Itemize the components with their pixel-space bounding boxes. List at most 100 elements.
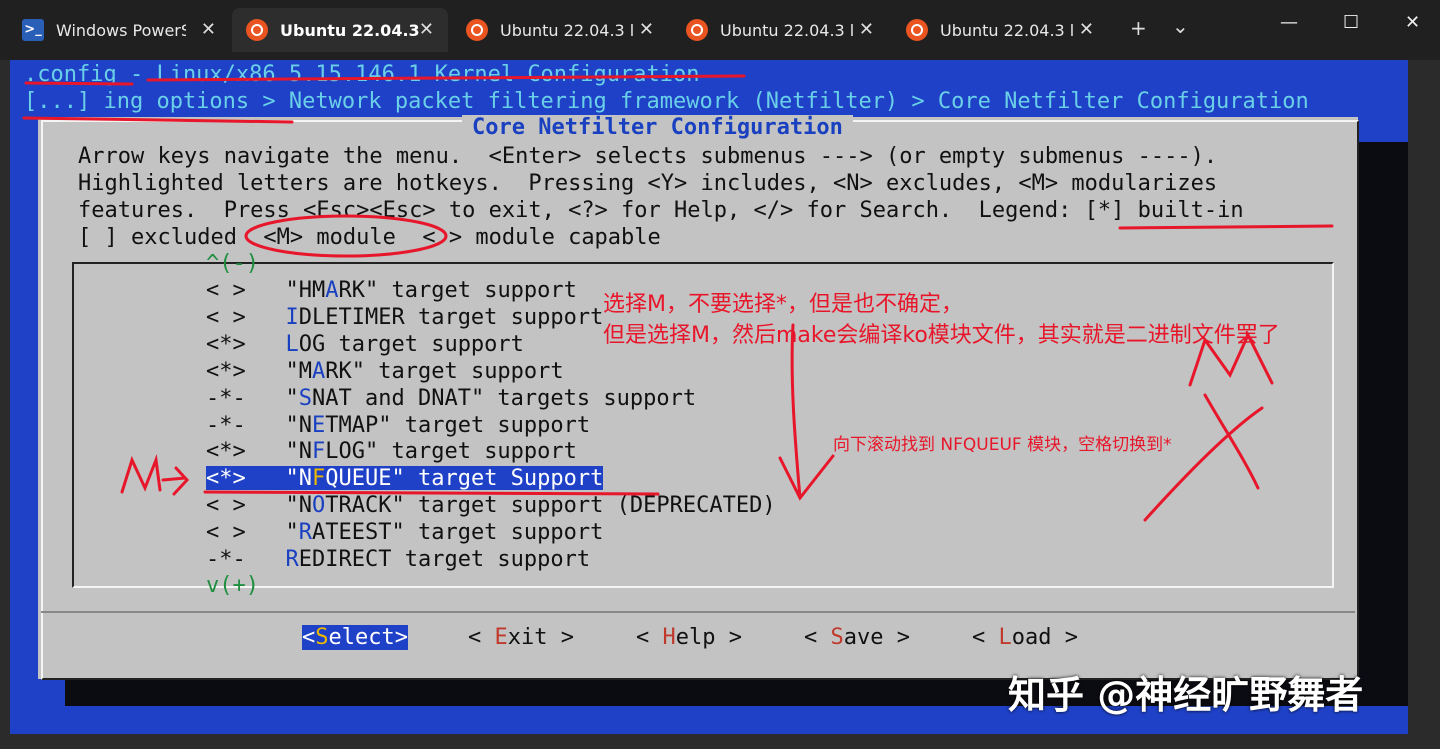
close-tab-icon[interactable]: ✕ <box>1079 19 1094 40</box>
terminal-area[interactable]: .config - Linux/x86 5.15.146.1 Kernel Co… <box>10 60 1408 734</box>
button-label-part: > <box>1051 625 1078 650</box>
tab-label: Ubuntu 22.04.3 l <box>720 20 855 40</box>
button-label-part: > <box>547 625 574 650</box>
annotation-note: 但是选择M，然后make会编译ko模块文件，其实就是二进制文件罢了 <box>603 323 1280 348</box>
menu-item[interactable]: <*> "NFLOG" target support <box>206 439 577 465</box>
menu-item-state[interactable]: < > <box>206 278 246 303</box>
menu-item-text: "HM <box>285 278 326 303</box>
tab-dropdown-button[interactable]: ⌄ <box>1172 14 1189 38</box>
menu-item-hotkey: R <box>298 520 312 546</box>
new-tab-button[interactable]: + <box>1130 16 1147 40</box>
menu-item-state[interactable]: < > <box>206 493 246 518</box>
menu-item[interactable]: < > IDLETIMER target support <box>206 304 604 330</box>
help-text-line: [ ] excluded <M> module < > module capab… <box>78 225 661 250</box>
tab-label: Windows PowerS <box>56 20 186 40</box>
button-label-part: < <box>804 625 831 650</box>
tab-windows-powershell[interactable]: >_ Windows PowerS ✕ <box>8 8 230 52</box>
button-label-part: > <box>883 625 910 650</box>
menu-item[interactable]: < > "HMARK" target support <box>206 278 577 303</box>
menu-item-state[interactable]: <*> <box>206 332 246 357</box>
menu-item-state[interactable]: -*- <box>206 386 246 411</box>
menu-item-text: EDIRECT target support <box>298 547 591 572</box>
tab-bar: >_ Windows PowerS ✕ Ubuntu 22.04.3 ✕ Ubu… <box>0 0 1440 60</box>
help-text-line: features. Press <Esc><Esc> to exit, <?> … <box>78 198 1244 223</box>
menu-item-hotkey: O <box>312 493 326 519</box>
powershell-icon: >_ <box>22 19 44 41</box>
annotation-note: 选择M，不要选择*，但是也不确定， <box>603 292 963 317</box>
tab-label: Ubuntu 22.04.3 l <box>500 20 635 40</box>
menu-item-state[interactable]: < > <box>206 305 246 330</box>
button-label-part: oad <box>1011 625 1052 650</box>
menu-item-hotkey: A <box>312 358 326 384</box>
annotation-note: 向下滚动找到 NFQUEUF 模块，空格切换到* <box>833 435 1172 455</box>
menu-item[interactable]: <*> "MARK" target support <box>206 358 564 384</box>
tab-label: Ubuntu 22.04.3 l <box>940 20 1075 40</box>
menu-item-state[interactable]: -*- <box>206 413 246 438</box>
menu-item-selected[interactable]: <*> "NFQUEUE" target Support <box>206 466 604 492</box>
button-label-part: xit <box>507 625 548 650</box>
menu-item-text: OG target support <box>298 331 524 357</box>
close-tab-icon[interactable]: ✕ <box>639 19 654 40</box>
menu-item-state[interactable]: <*> <box>206 466 246 491</box>
tab-ubuntu-4[interactable]: Ubuntu 22.04.3 l ✕ <box>892 8 1108 52</box>
menu-item-text: RK" target support <box>338 278 577 303</box>
menu-item-hotkey: I <box>285 304 299 330</box>
button-label-part: elp <box>675 625 716 650</box>
save-button[interactable]: < Save > <box>804 625 910 650</box>
exit-button[interactable]: < Exit > <box>468 625 574 650</box>
menu-item[interactable]: -*- REDIRECT target support <box>206 547 591 572</box>
tab-ubuntu-active[interactable]: Ubuntu 22.04.3 ✕ <box>232 8 448 52</box>
scroll-up-indicator[interactable]: ^(-) <box>206 251 259 276</box>
close-tab-icon[interactable]: ✕ <box>859 19 874 40</box>
menu-item-state[interactable]: -*- <box>206 547 246 572</box>
ubuntu-icon <box>466 19 488 41</box>
menu-item-state[interactable]: <*> <box>206 439 246 464</box>
tab-ubuntu-2[interactable]: Ubuntu 22.04.3 l ✕ <box>452 8 668 52</box>
close-window-button[interactable]: ✕ <box>1405 12 1420 33</box>
maximize-button[interactable]: ☐ <box>1343 12 1359 33</box>
button-hotkey: H <box>662 625 676 650</box>
button-hotkey: E <box>494 625 508 650</box>
menu-item-hotkey: S <box>298 385 312 411</box>
scroll-down-indicator[interactable]: v(+) <box>206 573 259 598</box>
menu-item-state[interactable]: < > <box>206 520 246 545</box>
menu-item-text: "N <box>285 439 313 465</box>
button-label-part: > <box>715 625 742 650</box>
button-label-part: elect <box>328 625 395 650</box>
close-tab-icon[interactable]: ✕ <box>419 19 434 40</box>
menu-item[interactable]: < > "RATEEST" target support <box>206 520 604 546</box>
menu-item[interactable]: <*> LOG target support <box>206 331 524 357</box>
menu-item-text: TRACK" target support (DEPRECATED) <box>325 493 776 519</box>
menu-item-text: LOG" target support <box>325 439 577 465</box>
close-tab-icon[interactable]: ✕ <box>201 19 216 40</box>
menu-item-hotkey: F <box>312 466 326 492</box>
menu-item-text: QUEUE" target Support <box>325 466 604 492</box>
button-label-part: < <box>972 625 999 650</box>
ubuntu-icon <box>246 19 268 41</box>
menu-item-state[interactable]: <*> <box>206 359 246 384</box>
load-button[interactable]: < Load > <box>972 625 1078 650</box>
menu-item[interactable]: < > "NOTRACK" target support (DEPRECATED… <box>206 493 776 519</box>
tab-ubuntu-3[interactable]: Ubuntu 22.04.3 l ✕ <box>672 8 888 52</box>
menu-item-hotkey: A <box>325 278 339 303</box>
menu-item-hotkey: E <box>312 412 326 438</box>
button-hotkey: S <box>830 625 844 650</box>
menu-item-text: DLETIMER target support <box>298 304 604 330</box>
help-button[interactable]: < Help > <box>636 625 742 650</box>
breadcrumb: [...] ing options > Network packet filte… <box>24 89 1309 114</box>
tab-label: Ubuntu 22.04.3 <box>280 20 420 40</box>
button-hotkey: S <box>315 625 329 650</box>
ubuntu-icon <box>906 19 928 41</box>
minimize-button[interactable]: — <box>1280 12 1298 33</box>
menu-item-hotkey: R <box>285 547 299 572</box>
button-label-part: < <box>636 625 663 650</box>
menu-item[interactable]: -*- "NETMAP" target support <box>206 412 590 438</box>
menu-item-text: ATEEST" target support <box>312 520 604 546</box>
menu-item[interactable]: -*- "SNAT and DNAT" targets support <box>206 385 696 411</box>
config-title: .config - Linux/x86 5.15.146.1 Kernel Co… <box>24 62 700 87</box>
menu-item-hotkey: F <box>312 439 326 465</box>
menu-item-text: "N <box>285 466 313 492</box>
menu-item-text: " <box>285 520 299 546</box>
select-button[interactable]: <Select> <box>302 625 408 650</box>
menu-item-text: " <box>285 385 299 411</box>
